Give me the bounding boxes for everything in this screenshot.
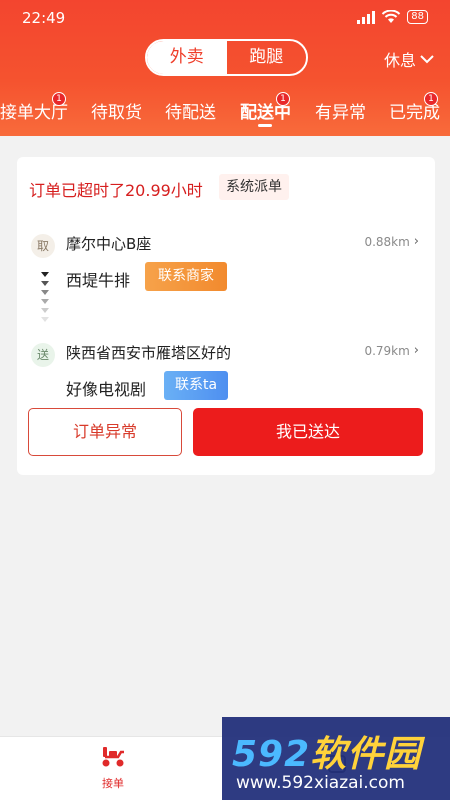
rest-label: 休息 <box>383 51 416 70</box>
app-header: 22:49 88 外卖 跑腿 休息 接单大厅 待取货 待配送 配送中 有异常 已… <box>0 0 450 136</box>
nav-label-jiedan: 接单 <box>102 777 124 790</box>
delivery-marker: 送 <box>31 343 55 367</box>
delivery-address: 陕西省西安市雁塔区好的 <box>66 344 232 362</box>
watermark-url: www.592xiazai.com <box>236 773 405 793</box>
pickup-address: 摩尔中心B座 <box>66 235 152 253</box>
route-arrows-icon <box>41 272 49 322</box>
order-card[interactable]: 订单已超时了20.99小时 系统派单 取 摩尔中心B座 0.88km › 西堤牛… <box>17 157 435 475</box>
delivery-name: 好像电视剧 <box>66 380 147 399</box>
chevron-right-icon: › <box>413 234 419 249</box>
pickup-distance: 0.88km <box>364 234 410 249</box>
watermark-logo-text: 592软件园 <box>232 734 422 775</box>
signal-icon <box>357 10 376 24</box>
chevron-right-icon: › <box>413 343 419 358</box>
pickup-name: 西堤牛排 <box>66 271 131 290</box>
mode-switch: 外卖 跑腿 <box>145 39 308 76</box>
battery-icon: 88 <box>407 10 428 24</box>
status-icons: 88 <box>357 10 428 24</box>
tab-waimai[interactable]: 外卖 <box>147 41 227 74</box>
tab-to-pickup[interactable]: 待取货 <box>91 98 142 123</box>
delivered-button[interactable]: 我已送达 <box>193 408 423 456</box>
tab-paotui[interactable]: 跑腿 <box>227 41 307 74</box>
tab-to-deliver[interactable]: 待配送 <box>165 98 216 123</box>
watermark-logo: 592软件园 www.592xiazai.com <box>222 717 450 800</box>
active-tab-indicator <box>258 124 272 127</box>
contact-customer-button[interactable]: 联系ta <box>164 371 228 400</box>
status-bar: 22:49 88 <box>0 0 450 36</box>
contact-merchant-button[interactable]: 联系商家 <box>145 262 227 291</box>
chevron-down-icon <box>420 54 434 63</box>
nav-item-jiedan[interactable]: 接单 <box>88 745 138 791</box>
status-time: 22:49 <box>22 9 66 27</box>
pickup-distance-link[interactable]: 0.88km › <box>364 234 419 249</box>
tab-exception[interactable]: 有异常 <box>315 98 366 123</box>
delivery-distance: 0.79km <box>364 343 410 358</box>
order-exception-button[interactable]: 订单异常 <box>28 408 182 456</box>
order-tabs: 接单大厅 待取货 待配送 配送中 有异常 已完成 <box>0 98 450 128</box>
badge-completed: 1 <box>424 92 438 106</box>
wifi-icon <box>382 10 401 23</box>
badge-order-hall: 1 <box>52 92 66 106</box>
scooter-icon <box>102 747 124 767</box>
pickup-marker: 取 <box>31 234 55 258</box>
badge-delivering: 1 <box>276 92 290 106</box>
overtime-text: 订单已超时了20.99小时 <box>29 181 203 200</box>
delivery-distance-link[interactable]: 0.79km › <box>364 343 419 358</box>
dispatch-tag: 系统派单 <box>219 174 289 200</box>
rest-dropdown[interactable]: 休息 <box>384 47 434 71</box>
